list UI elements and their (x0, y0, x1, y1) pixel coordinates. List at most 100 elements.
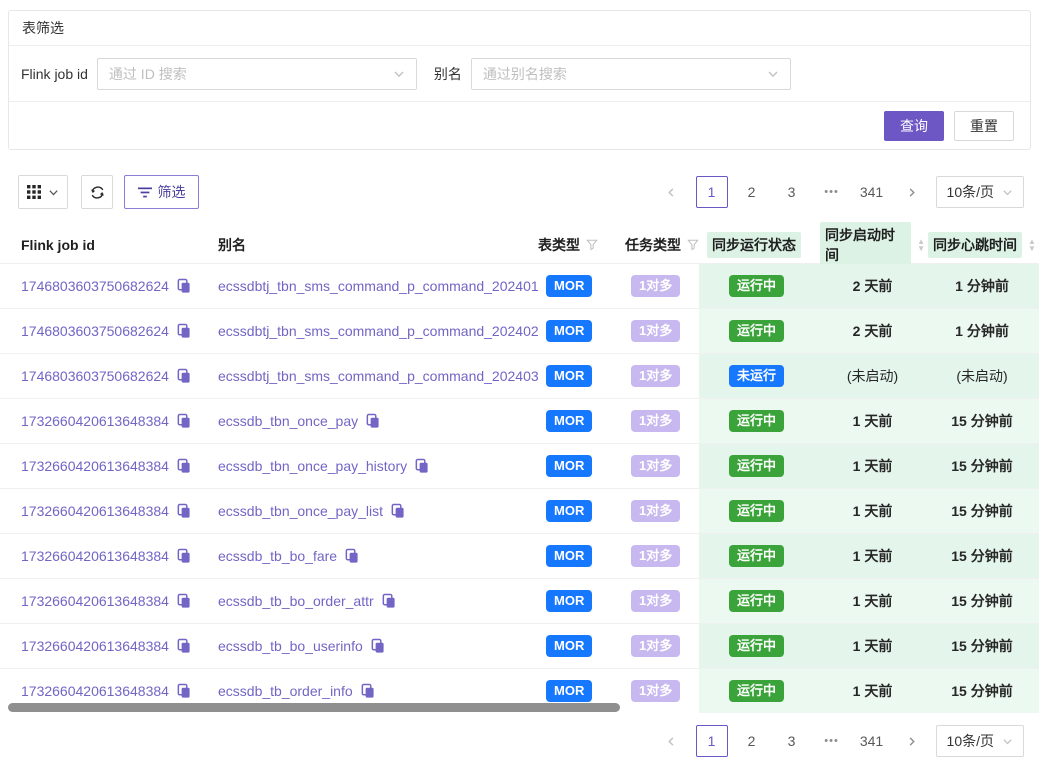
page-1-button[interactable]: 1 (696, 176, 728, 208)
table-type-cell: MOR (530, 264, 617, 308)
query-button[interactable]: 查询 (884, 111, 944, 141)
bottom-pagination: 1 2 3 ••• 341 10条/页 (656, 725, 1024, 757)
start-time-cell: (未启动) (820, 354, 925, 398)
page-3-button[interactable]: 3 (776, 725, 808, 757)
copy-icon[interactable] (370, 638, 385, 654)
page-2-button[interactable]: 2 (736, 176, 768, 208)
task-type-tag: 1对多 (631, 320, 680, 342)
alias-value[interactable]: ecssdbtj_tbn_sms_command_p_command_20240… (218, 368, 539, 384)
next-page-icon[interactable] (896, 725, 928, 757)
flink-job-id-cell: 1746803603750682624 (0, 264, 197, 308)
prev-page-icon[interactable] (656, 725, 688, 757)
alias-cell: ecssdbtj_tbn_sms_command_p_command_20240… (197, 309, 530, 353)
status-badge: 未运行 (729, 365, 784, 387)
page-2-button[interactable]: 2 (736, 725, 768, 757)
table-type-tag: MOR (546, 635, 592, 657)
task-type-cell: 1对多 (617, 309, 699, 353)
heartbeat-time-cell: (未启动) (925, 354, 1039, 398)
copy-icon[interactable] (344, 548, 359, 564)
heartbeat-time-cell: 15 分钟前 (925, 579, 1039, 623)
alias-value[interactable]: ecssdb_tb_order_info (218, 683, 353, 699)
copy-icon[interactable] (176, 503, 191, 519)
copy-icon[interactable] (176, 368, 191, 384)
page-size-select[interactable]: 10条/页 (936, 176, 1024, 208)
copy-icon[interactable] (176, 413, 191, 429)
column-settings-button[interactable] (18, 175, 68, 209)
page-last-button[interactable]: 341 (856, 725, 888, 757)
page-ellipsis[interactable]: ••• (816, 725, 848, 757)
sort-carets-icon[interactable]: ▲▼ (1028, 238, 1036, 252)
start-time-cell: 1 天前 (820, 444, 925, 488)
task-type-cell: 1对多 (617, 444, 699, 488)
alias-select[interactable]: 通过别名搜索 (471, 58, 791, 90)
sort-carets-icon[interactable]: ▲▼ (917, 238, 925, 252)
flink-job-id-cell: 1732660420613648384 (0, 489, 197, 533)
col-header-sync-start-time[interactable]: 同步启动时间 ▲▼ (820, 222, 925, 268)
filter-funnel-icon[interactable] (687, 239, 699, 251)
alias-value[interactable]: ecssdb_tbn_once_pay_list (218, 503, 383, 519)
copy-icon[interactable] (176, 278, 191, 294)
alias-value[interactable]: ecssdb_tb_bo_fare (218, 548, 337, 564)
copy-icon[interactable] (381, 593, 396, 609)
page-size-select[interactable]: 10条/页 (936, 725, 1024, 757)
col-header-task-type: 任务类型 (617, 222, 699, 268)
table-type-tag: MOR (546, 680, 592, 702)
alias-value[interactable]: ecssdb_tb_bo_order_attr (218, 593, 374, 609)
flink-job-id-value[interactable]: 1732660420613648384 (21, 683, 169, 699)
flink-job-id-value[interactable]: 1732660420613648384 (21, 503, 169, 519)
copy-icon[interactable] (176, 683, 191, 699)
chevron-down-icon (1002, 736, 1013, 747)
next-page-icon[interactable] (896, 176, 928, 208)
alias-value[interactable]: ecssdb_tb_bo_userinfo (218, 638, 363, 654)
copy-icon[interactable] (360, 683, 375, 699)
sync-status-cell: 运行中 (699, 309, 820, 353)
flink-job-id-value[interactable]: 1746803603750682624 (21, 323, 169, 339)
flink-job-id-value[interactable]: 1732660420613648384 (21, 638, 169, 654)
task-type-cell: 1对多 (617, 264, 699, 308)
table-row: 1732660420613648384ecssdb_tbn_once_payMO… (0, 398, 1039, 443)
page-3-button[interactable]: 3 (776, 176, 808, 208)
table-type-cell: MOR (530, 489, 617, 533)
table-type-cell: MOR (530, 534, 617, 578)
flink-job-id-value[interactable]: 1732660420613648384 (21, 458, 169, 474)
sync-status-cell: 运行中 (699, 624, 820, 668)
flink-job-id-label: Flink job id (21, 66, 88, 82)
copy-icon[interactable] (176, 548, 191, 564)
page-1-button[interactable]: 1 (696, 725, 728, 757)
refresh-button[interactable] (81, 175, 113, 209)
filter-toggle-button[interactable]: 筛选 (124, 175, 199, 209)
page-last-button[interactable]: 341 (856, 176, 888, 208)
copy-icon[interactable] (176, 638, 191, 654)
flink-job-id-value[interactable]: 1746803603750682624 (21, 278, 169, 294)
heartbeat-time-cell: 15 分钟前 (925, 444, 1039, 488)
flink-job-id-value[interactable]: 1732660420613648384 (21, 548, 169, 564)
table-type-tag: MOR (546, 500, 592, 522)
copy-icon[interactable] (176, 593, 191, 609)
sync-status-cell: 运行中 (699, 489, 820, 533)
filter-funnel-icon[interactable] (586, 239, 598, 251)
grid-icon (27, 185, 41, 199)
copy-icon[interactable] (176, 458, 191, 474)
alias-cell: ecssdbtj_tbn_sms_command_p_command_20240… (197, 354, 530, 398)
flink-job-id-value[interactable]: 1732660420613648384 (21, 413, 169, 429)
flink-job-id-value[interactable]: 1746803603750682624 (21, 368, 169, 384)
copy-icon[interactable] (176, 323, 191, 339)
col-header-sync-heartbeat-time[interactable]: 同步心跳时间 ▲▼ (925, 222, 1039, 268)
copy-icon[interactable] (365, 413, 380, 429)
flink-job-id-value[interactable]: 1732660420613648384 (21, 593, 169, 609)
flink-job-id-select[interactable]: 通过 ID 搜索 (97, 58, 417, 90)
horizontal-scrollbar-thumb[interactable] (8, 703, 620, 712)
page-size-value: 10条/页 (947, 731, 994, 751)
copy-icon[interactable] (414, 458, 429, 474)
alias-value[interactable]: ecssdb_tbn_once_pay (218, 413, 358, 429)
prev-page-icon[interactable] (656, 176, 688, 208)
page-ellipsis[interactable]: ••• (816, 176, 848, 208)
task-type-cell: 1对多 (617, 579, 699, 623)
alias-value[interactable]: ecssdbtj_tbn_sms_command_p_command_20240… (218, 323, 539, 339)
chevron-down-icon (48, 187, 59, 198)
alias-value[interactable]: ecssdb_tbn_once_pay_history (218, 458, 407, 474)
copy-icon[interactable] (390, 503, 405, 519)
alias-value[interactable]: ecssdbtj_tbn_sms_command_p_command_20240… (218, 278, 539, 294)
reset-button[interactable]: 重置 (954, 111, 1014, 141)
table-row: 1732660420613648384 ecssdb_tbn_once_pay_l… (0, 488, 1039, 533)
